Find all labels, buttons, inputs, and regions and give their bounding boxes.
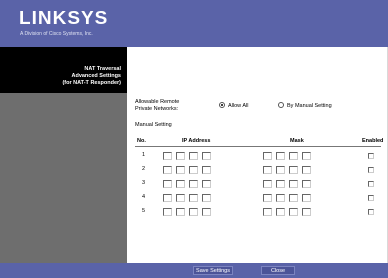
sidebar-title-line-1: NAT Traversal [84, 66, 121, 72]
mask-octet-2-input[interactable] [276, 152, 285, 160]
table-header: No. IP Address Mask Enabled [135, 138, 384, 144]
table-row: 4 [135, 192, 381, 204]
mask-octet-3-input[interactable] [289, 180, 298, 188]
column-ip-address: IP Address [182, 138, 211, 144]
table-row: 5 [135, 206, 381, 218]
remote-networks-label-line-1: Allowable Remote [135, 99, 180, 105]
allow-all-label: Allow All [228, 103, 249, 109]
ip-octet-1-input[interactable] [163, 180, 172, 188]
row-number: 1 [142, 152, 146, 158]
mask-octet-4-input[interactable] [302, 208, 311, 216]
mask-octet-1-input[interactable] [263, 180, 272, 188]
linksys-logo: LINKSYS [19, 8, 109, 29]
mask-octet-2-input[interactable] [276, 166, 285, 174]
enabled-checkbox[interactable] [368, 153, 374, 159]
enabled-checkbox[interactable] [368, 167, 374, 173]
mask-octet-3-input[interactable] [289, 194, 298, 202]
column-enabled: Enabled [362, 138, 384, 144]
ip-octet-4-input[interactable] [202, 194, 211, 202]
mask-octet-2-input[interactable] [276, 180, 285, 188]
mask-octet-3-input[interactable] [289, 208, 298, 216]
ip-octet-2-input[interactable] [176, 194, 185, 202]
main-content: Allowable Remote Private Networks: Allow… [127, 47, 387, 263]
mask-octet-1-input[interactable] [263, 166, 272, 174]
mask-octet-3-input[interactable] [289, 152, 298, 160]
ip-octet-3-input[interactable] [189, 194, 198, 202]
ip-octet-4-input[interactable] [202, 166, 211, 174]
ip-octet-1-input[interactable] [163, 208, 172, 216]
table-row: 2 [135, 164, 381, 176]
ip-octet-3-input[interactable] [189, 166, 198, 174]
ip-octet-1-input[interactable] [163, 194, 172, 202]
enabled-checkbox[interactable] [368, 181, 374, 187]
ip-octet-4-input[interactable] [202, 208, 211, 216]
mask-octet-4-input[interactable] [302, 166, 311, 174]
mask-octet-1-input[interactable] [263, 194, 272, 202]
allow-all-radio[interactable] [219, 102, 225, 108]
ip-octet-4-input[interactable] [202, 152, 211, 160]
ip-octet-3-input[interactable] [189, 180, 198, 188]
ip-octet-1-input[interactable] [163, 152, 172, 160]
ip-octet-3-input[interactable] [189, 152, 198, 160]
footer-bar: Save Settings Close [0, 263, 388, 278]
row-number: 2 [142, 166, 146, 172]
mask-octet-2-input[interactable] [276, 194, 285, 202]
row-number: 3 [142, 180, 146, 186]
ip-octet-1-input[interactable] [163, 166, 172, 174]
logo-tagline: A Division of Cisco Systems, Inc. [20, 31, 93, 37]
mask-octet-1-input[interactable] [263, 152, 272, 160]
row-number: 4 [142, 194, 146, 200]
enabled-checkbox[interactable] [368, 195, 374, 201]
mask-octet-2-input[interactable] [276, 208, 285, 216]
ip-octet-4-input[interactable] [202, 180, 211, 188]
mask-octet-4-input[interactable] [302, 180, 311, 188]
ip-octet-2-input[interactable] [176, 166, 185, 174]
mask-octet-4-input[interactable] [302, 194, 311, 202]
sidebar-title-line-2: Advanced Settings [71, 73, 121, 79]
manual-setting-label: Manual Setting [135, 122, 172, 128]
sidebar-title-line-3: (for NAT-T Responder) [62, 80, 121, 86]
header-bar: LINKSYS A Division of Cisco Systems, Inc… [0, 0, 388, 47]
row-number: 5 [142, 208, 146, 214]
ip-octet-3-input[interactable] [189, 208, 198, 216]
remote-networks-label-line-2: Private Networks: [135, 106, 179, 112]
enabled-checkbox[interactable] [368, 209, 374, 215]
column-no: No. [137, 138, 146, 144]
ip-octet-2-input[interactable] [176, 180, 185, 188]
ip-octet-2-input[interactable] [176, 208, 185, 216]
column-mask: Mask [290, 138, 304, 144]
mask-octet-3-input[interactable] [289, 166, 298, 174]
table-row: 3 [135, 178, 381, 190]
mask-octet-1-input[interactable] [263, 208, 272, 216]
save-settings-button[interactable]: Save Settings [193, 266, 233, 275]
table-header-divider [135, 146, 381, 147]
manual-setting-radio[interactable] [278, 102, 284, 108]
mask-octet-4-input[interactable] [302, 152, 311, 160]
ip-octet-2-input[interactable] [176, 152, 185, 160]
sidebar-lower-panel [0, 93, 127, 263]
table-row: 1 [135, 150, 381, 162]
close-button[interactable]: Close [261, 266, 295, 275]
manual-setting-option-label: By Manual Setting [287, 103, 332, 109]
